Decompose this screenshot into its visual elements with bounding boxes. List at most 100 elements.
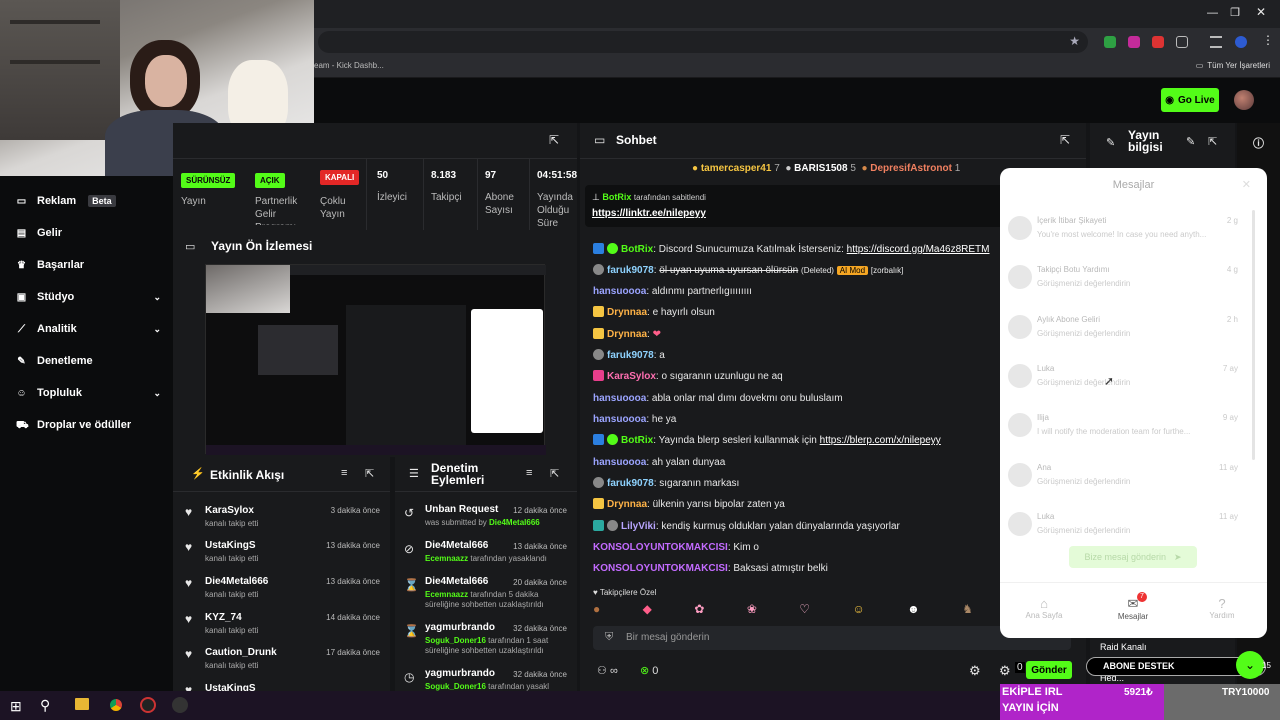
gear-icon[interactable]: ⚙ bbox=[969, 663, 981, 679]
edit-icon[interactable]: ✎ bbox=[1186, 135, 1195, 148]
avatar bbox=[1008, 216, 1032, 240]
list-item[interactable]: ⌛ Die4Metal666 20 dakika önce Ecemnaazz … bbox=[395, 574, 577, 620]
restore-button[interactable]: ❐ bbox=[1230, 6, 1240, 19]
list-item[interactable]: İçerik İtibar Şikayeti 2 g You're most w… bbox=[1008, 212, 1238, 256]
studio-icon: ▣ bbox=[16, 291, 27, 303]
address-bar[interactable]: ★ bbox=[318, 31, 1088, 53]
list-item[interactable]: ♥ Die4Metal666 kanalı takip etti 13 daki… bbox=[173, 573, 390, 609]
sidebar-item-gelir[interactable]: ▤ Gelir bbox=[16, 223, 161, 243]
points-display[interactable]: ⊗ 0 bbox=[640, 664, 658, 677]
star-icon[interactable]: ★ bbox=[1069, 34, 1080, 48]
heart-icon: ♥ bbox=[185, 540, 193, 554]
emote-icon[interactable]: ◆ bbox=[643, 602, 652, 620]
popout-icon[interactable]: ⇱ bbox=[550, 467, 559, 480]
sidebar-item-reklam[interactable]: ▭ Reklam Beta bbox=[16, 191, 161, 211]
popout-icon[interactable]: ⇱ bbox=[365, 467, 374, 480]
emote-icon[interactable]: ● bbox=[593, 602, 600, 620]
list-item[interactable]: Luka 7 ay Görüşmenizi değerlendirin bbox=[1008, 360, 1238, 404]
search-icon[interactable]: ⚲ bbox=[40, 697, 50, 714]
all-bookmarks[interactable]: ▭ Tüm Yer İşaretleri bbox=[1196, 61, 1270, 70]
list-item[interactable]: ♥ KYZ_74 kanalı takip etti 14 dakika önc… bbox=[173, 609, 390, 645]
obs-icon[interactable] bbox=[140, 697, 156, 713]
menu-dots-icon[interactable]: ⋮ bbox=[1262, 33, 1274, 47]
list-item[interactable]: Takipçi Botu Yardımı 4 g Görüşmenizi değ… bbox=[1008, 261, 1238, 305]
close-icon[interactable]: ✕ bbox=[1242, 178, 1251, 191]
filter-icon[interactable]: ≡ bbox=[526, 467, 532, 479]
chat-message: BotRix: Yayında blerp sesleri kullanmak … bbox=[593, 434, 941, 448]
filter-icon[interactable]: ≡ bbox=[341, 467, 347, 479]
medal-icon: ● bbox=[692, 163, 699, 174]
emote-icon[interactable]: ☻ bbox=[907, 602, 920, 620]
popout-icon[interactable]: ⇱ bbox=[1060, 133, 1070, 147]
pinned-link[interactable]: https://linktr.ee/nilepeyy bbox=[592, 208, 706, 219]
pinned-message[interactable]: ⊥ BotRix tarafından sabitlendi https://l… bbox=[585, 185, 1005, 227]
points-icon: ⊗ bbox=[640, 665, 650, 677]
chat-message: hansuoooa: he ya bbox=[593, 414, 677, 425]
chat-message: faruk9078: a bbox=[593, 349, 665, 363]
scrollbar[interactable] bbox=[1252, 210, 1255, 460]
emote-icon[interactable]: ♡ bbox=[799, 602, 810, 620]
list-item[interactable]: Ana 11 ay Görüşmenizi değerlendirin bbox=[1008, 459, 1238, 503]
wrench-icon: ✎ bbox=[1106, 137, 1116, 149]
gear-icon[interactable]: ⚙ bbox=[999, 663, 1011, 679]
info-icon[interactable]: ⓘ bbox=[1253, 135, 1264, 151]
raid-channel-label[interactable]: Raid Kanalı bbox=[1100, 642, 1147, 652]
folder-icon[interactable] bbox=[75, 698, 89, 710]
emote-icon[interactable]: ☺ bbox=[852, 602, 864, 620]
chat-message: BotRix: Discord Sunucumuza Katılmak İste… bbox=[593, 243, 990, 257]
infinity-icon: ∞ bbox=[609, 665, 618, 677]
puzzle-icon[interactable] bbox=[1176, 36, 1188, 48]
sidebar-item-denetleme[interactable]: ✎ Denetleme bbox=[16, 351, 161, 371]
list-item[interactable]: ↺ Unban Request 12 dakika önce was submi… bbox=[395, 502, 577, 538]
list-item[interactable]: ♥ Caution_Drunk kanalı takip etti 17 dak… bbox=[173, 644, 390, 680]
avatar[interactable] bbox=[1234, 90, 1254, 110]
list-item[interactable]: Aylık Abone Geliri 2 h Görüşmenizi değer… bbox=[1008, 311, 1238, 355]
list-item[interactable]: ♥ UstaKingS kanalı takip etti 13 dakika … bbox=[173, 537, 390, 573]
hourglass-icon: ⌛ bbox=[404, 578, 419, 592]
avatar bbox=[1008, 463, 1032, 487]
list-item[interactable]: ⊘ Die4Metal666 13 dakika önce Ecemnaazz … bbox=[395, 538, 577, 574]
sidebar-item-basarilar[interactable]: ♛ Başarılar bbox=[16, 255, 161, 275]
emote-icon[interactable]: ❀ bbox=[747, 602, 757, 620]
sidebar-item-studyo[interactable]: ▣ Stüdyo ⌄ bbox=[16, 287, 161, 307]
list-item[interactable]: ◷ yagmurbrando 32 dakika önce Soguk_Done… bbox=[395, 666, 577, 691]
emote-icon[interactable]: ✿ bbox=[694, 602, 704, 620]
analytics-icon: ⟋ bbox=[18, 323, 25, 335]
users-count[interactable]: ⚇ ∞ bbox=[597, 664, 618, 677]
chevron-down-icon[interactable]: ⌄ bbox=[1236, 651, 1264, 679]
popout-icon[interactable]: ⇱ bbox=[549, 133, 559, 147]
close-window-button[interactable]: ✕ bbox=[1256, 5, 1266, 19]
list-item[interactable]: ♥ KaraSylox kanalı takip etti 3 dakika ö… bbox=[173, 502, 390, 538]
sidebar-item-analitik[interactable]: ⟋ Analitik ⌄ bbox=[16, 319, 161, 339]
popout-icon[interactable]: ⇱ bbox=[1208, 135, 1217, 148]
emote-icon[interactable]: ♞ bbox=[962, 602, 973, 620]
profile-icon[interactable] bbox=[1235, 36, 1247, 48]
stream-preview[interactable] bbox=[205, 264, 546, 455]
nav-home[interactable]: ⌂ Ana Sayfa bbox=[1024, 596, 1064, 620]
extension-icon[interactable] bbox=[1104, 36, 1116, 48]
extension-icon[interactable] bbox=[1128, 36, 1140, 48]
stat-label: İzleyici bbox=[377, 192, 408, 203]
heart-icon: ♥ bbox=[185, 647, 193, 661]
nav-messages[interactable]: ✉ Mesajlar bbox=[1113, 596, 1153, 621]
list-item[interactable]: ⌛ yagmurbrando 32 dakika önce Soguk_Done… bbox=[395, 620, 577, 666]
minimize-button[interactable]: — bbox=[1207, 7, 1218, 19]
avatar bbox=[1008, 413, 1032, 437]
clock-icon: ◷ bbox=[404, 670, 415, 684]
app-icon[interactable] bbox=[172, 697, 188, 713]
go-live-button[interactable]: ◉ Go Live bbox=[1161, 88, 1219, 112]
tabs-icon[interactable] bbox=[1210, 36, 1222, 48]
extension-icon[interactable] bbox=[1152, 36, 1164, 48]
sidebar-item-topluluk[interactable]: ☺ Topluluk ⌄ bbox=[16, 383, 161, 403]
tab-title[interactable]: eam - Kick Dashb... bbox=[314, 61, 384, 70]
nav-help[interactable]: ? Yardım bbox=[1202, 596, 1242, 620]
windows-start-icon[interactable]: ⊞ bbox=[10, 698, 22, 715]
send-button[interactable]: Gönder bbox=[1026, 661, 1072, 679]
sidebar-item-droplar[interactable]: ⛟ Droplar ve ödüller bbox=[16, 415, 161, 435]
send-message-button[interactable]: Bize mesaj gönderin ➤ bbox=[1069, 546, 1197, 568]
list-item[interactable]: ♥ UstaKingS bbox=[173, 680, 390, 691]
chrome-icon[interactable] bbox=[108, 697, 124, 713]
history-icon: ↺ bbox=[404, 506, 415, 520]
list-item[interactable]: Ilija 9 ay I will notify the moderation … bbox=[1008, 409, 1238, 453]
chat-icon: ▭ bbox=[594, 133, 606, 147]
